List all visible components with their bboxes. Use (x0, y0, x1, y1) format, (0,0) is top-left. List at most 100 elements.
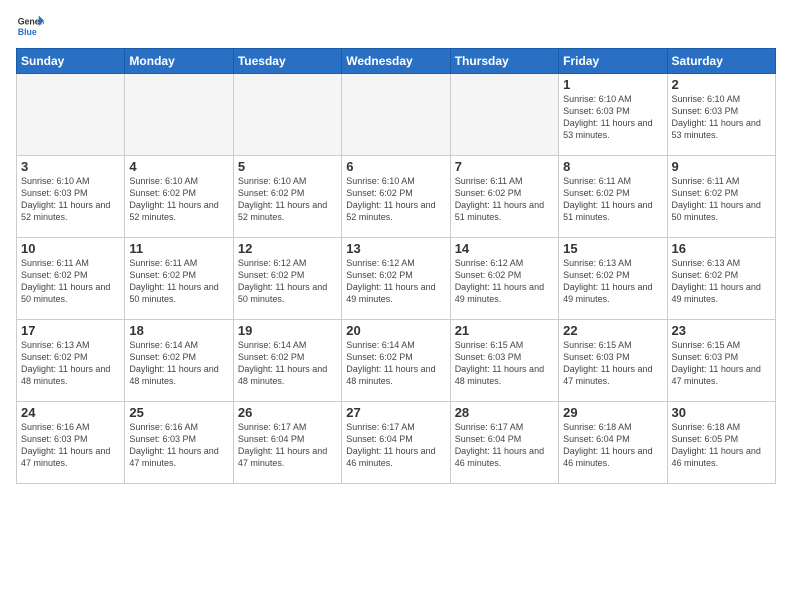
calendar-cell: 11Sunrise: 6:11 AMSunset: 6:02 PMDayligh… (125, 238, 233, 320)
day-info: Sunrise: 6:16 AMSunset: 6:03 PMDaylight:… (21, 421, 120, 470)
week-row-3: 10Sunrise: 6:11 AMSunset: 6:02 PMDayligh… (17, 238, 776, 320)
weekday-header-sunday: Sunday (17, 49, 125, 74)
calendar-cell: 16Sunrise: 6:13 AMSunset: 6:02 PMDayligh… (667, 238, 775, 320)
day-number: 24 (21, 405, 120, 420)
day-number: 30 (672, 405, 771, 420)
calendar-cell (125, 74, 233, 156)
day-number: 21 (455, 323, 554, 338)
calendar-cell: 5Sunrise: 6:10 AMSunset: 6:02 PMDaylight… (233, 156, 341, 238)
day-info: Sunrise: 6:10 AMSunset: 6:03 PMDaylight:… (563, 93, 662, 142)
calendar-cell: 18Sunrise: 6:14 AMSunset: 6:02 PMDayligh… (125, 320, 233, 402)
calendar-table: SundayMondayTuesdayWednesdayThursdayFrid… (16, 48, 776, 484)
day-info: Sunrise: 6:17 AMSunset: 6:04 PMDaylight:… (238, 421, 337, 470)
day-info: Sunrise: 6:11 AMSunset: 6:02 PMDaylight:… (21, 257, 120, 306)
day-number: 27 (346, 405, 445, 420)
calendar-cell: 13Sunrise: 6:12 AMSunset: 6:02 PMDayligh… (342, 238, 450, 320)
calendar-cell: 22Sunrise: 6:15 AMSunset: 6:03 PMDayligh… (559, 320, 667, 402)
calendar-cell: 29Sunrise: 6:18 AMSunset: 6:04 PMDayligh… (559, 402, 667, 484)
day-number: 18 (129, 323, 228, 338)
calendar-page: General Blue SundayMondayTuesdayWednesda… (0, 0, 792, 612)
day-info: Sunrise: 6:12 AMSunset: 6:02 PMDaylight:… (238, 257, 337, 306)
calendar-cell: 9Sunrise: 6:11 AMSunset: 6:02 PMDaylight… (667, 156, 775, 238)
day-number: 25 (129, 405, 228, 420)
day-info: Sunrise: 6:15 AMSunset: 6:03 PMDaylight:… (563, 339, 662, 388)
weekday-header-tuesday: Tuesday (233, 49, 341, 74)
day-info: Sunrise: 6:17 AMSunset: 6:04 PMDaylight:… (346, 421, 445, 470)
day-number: 8 (563, 159, 662, 174)
week-row-5: 24Sunrise: 6:16 AMSunset: 6:03 PMDayligh… (17, 402, 776, 484)
week-row-4: 17Sunrise: 6:13 AMSunset: 6:02 PMDayligh… (17, 320, 776, 402)
calendar-cell: 19Sunrise: 6:14 AMSunset: 6:02 PMDayligh… (233, 320, 341, 402)
day-number: 12 (238, 241, 337, 256)
day-number: 19 (238, 323, 337, 338)
weekday-header-friday: Friday (559, 49, 667, 74)
day-info: Sunrise: 6:13 AMSunset: 6:02 PMDaylight:… (563, 257, 662, 306)
day-info: Sunrise: 6:10 AMSunset: 6:02 PMDaylight:… (346, 175, 445, 224)
day-info: Sunrise: 6:12 AMSunset: 6:02 PMDaylight:… (346, 257, 445, 306)
calendar-cell: 28Sunrise: 6:17 AMSunset: 6:04 PMDayligh… (450, 402, 558, 484)
calendar-cell: 7Sunrise: 6:11 AMSunset: 6:02 PMDaylight… (450, 156, 558, 238)
day-number: 17 (21, 323, 120, 338)
day-number: 11 (129, 241, 228, 256)
logo: General Blue (16, 12, 44, 40)
calendar-cell: 26Sunrise: 6:17 AMSunset: 6:04 PMDayligh… (233, 402, 341, 484)
day-number: 10 (21, 241, 120, 256)
day-number: 9 (672, 159, 771, 174)
day-number: 2 (672, 77, 771, 92)
day-number: 13 (346, 241, 445, 256)
day-info: Sunrise: 6:13 AMSunset: 6:02 PMDaylight:… (672, 257, 771, 306)
day-info: Sunrise: 6:16 AMSunset: 6:03 PMDaylight:… (129, 421, 228, 470)
day-number: 14 (455, 241, 554, 256)
calendar-cell: 14Sunrise: 6:12 AMSunset: 6:02 PMDayligh… (450, 238, 558, 320)
calendar-cell: 15Sunrise: 6:13 AMSunset: 6:02 PMDayligh… (559, 238, 667, 320)
logo-icon: General Blue (16, 12, 44, 40)
calendar-cell: 2Sunrise: 6:10 AMSunset: 6:03 PMDaylight… (667, 74, 775, 156)
calendar-cell: 8Sunrise: 6:11 AMSunset: 6:02 PMDaylight… (559, 156, 667, 238)
day-info: Sunrise: 6:14 AMSunset: 6:02 PMDaylight:… (346, 339, 445, 388)
day-number: 1 (563, 77, 662, 92)
day-number: 6 (346, 159, 445, 174)
day-number: 26 (238, 405, 337, 420)
day-info: Sunrise: 6:11 AMSunset: 6:02 PMDaylight:… (563, 175, 662, 224)
calendar-cell: 10Sunrise: 6:11 AMSunset: 6:02 PMDayligh… (17, 238, 125, 320)
day-info: Sunrise: 6:15 AMSunset: 6:03 PMDaylight:… (455, 339, 554, 388)
calendar-cell: 17Sunrise: 6:13 AMSunset: 6:02 PMDayligh… (17, 320, 125, 402)
day-info: Sunrise: 6:15 AMSunset: 6:03 PMDaylight:… (672, 339, 771, 388)
calendar-cell: 4Sunrise: 6:10 AMSunset: 6:02 PMDaylight… (125, 156, 233, 238)
calendar-cell: 30Sunrise: 6:18 AMSunset: 6:05 PMDayligh… (667, 402, 775, 484)
calendar-cell: 23Sunrise: 6:15 AMSunset: 6:03 PMDayligh… (667, 320, 775, 402)
calendar-cell: 12Sunrise: 6:12 AMSunset: 6:02 PMDayligh… (233, 238, 341, 320)
calendar-cell: 20Sunrise: 6:14 AMSunset: 6:02 PMDayligh… (342, 320, 450, 402)
day-info: Sunrise: 6:17 AMSunset: 6:04 PMDaylight:… (455, 421, 554, 470)
day-info: Sunrise: 6:14 AMSunset: 6:02 PMDaylight:… (238, 339, 337, 388)
day-number: 20 (346, 323, 445, 338)
calendar-cell: 24Sunrise: 6:16 AMSunset: 6:03 PMDayligh… (17, 402, 125, 484)
day-number: 23 (672, 323, 771, 338)
weekday-header-row: SundayMondayTuesdayWednesdayThursdayFrid… (17, 49, 776, 74)
day-number: 4 (129, 159, 228, 174)
day-info: Sunrise: 6:14 AMSunset: 6:02 PMDaylight:… (129, 339, 228, 388)
calendar-cell (450, 74, 558, 156)
day-info: Sunrise: 6:11 AMSunset: 6:02 PMDaylight:… (129, 257, 228, 306)
header: General Blue (16, 12, 776, 40)
calendar-cell (342, 74, 450, 156)
weekday-header-thursday: Thursday (450, 49, 558, 74)
day-number: 22 (563, 323, 662, 338)
day-number: 28 (455, 405, 554, 420)
day-info: Sunrise: 6:18 AMSunset: 6:04 PMDaylight:… (563, 421, 662, 470)
day-info: Sunrise: 6:10 AMSunset: 6:03 PMDaylight:… (672, 93, 771, 142)
day-info: Sunrise: 6:10 AMSunset: 6:03 PMDaylight:… (21, 175, 120, 224)
week-row-1: 1Sunrise: 6:10 AMSunset: 6:03 PMDaylight… (17, 74, 776, 156)
calendar-cell: 21Sunrise: 6:15 AMSunset: 6:03 PMDayligh… (450, 320, 558, 402)
calendar-cell: 25Sunrise: 6:16 AMSunset: 6:03 PMDayligh… (125, 402, 233, 484)
svg-text:Blue: Blue (18, 27, 37, 37)
calendar-cell (233, 74, 341, 156)
calendar-cell: 1Sunrise: 6:10 AMSunset: 6:03 PMDaylight… (559, 74, 667, 156)
day-number: 7 (455, 159, 554, 174)
weekday-header-monday: Monday (125, 49, 233, 74)
day-info: Sunrise: 6:10 AMSunset: 6:02 PMDaylight:… (129, 175, 228, 224)
day-number: 15 (563, 241, 662, 256)
calendar-cell: 6Sunrise: 6:10 AMSunset: 6:02 PMDaylight… (342, 156, 450, 238)
weekday-header-wednesday: Wednesday (342, 49, 450, 74)
day-number: 29 (563, 405, 662, 420)
